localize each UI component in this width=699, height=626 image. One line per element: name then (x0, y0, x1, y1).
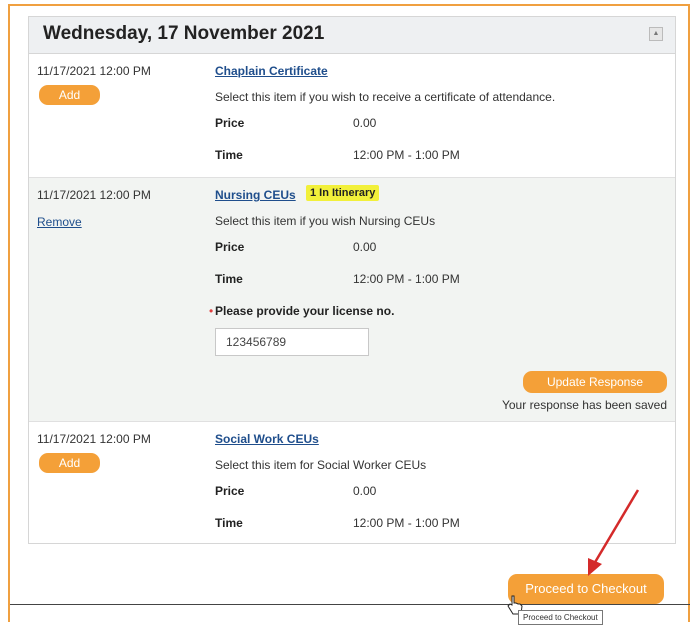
item-title-link[interactable]: Social Work CEUs (215, 432, 319, 446)
update-response-button[interactable]: Update Response (523, 371, 667, 393)
item-description: Select this item if you wish Nursing CEU… (215, 214, 436, 228)
item-row-nursing: 11/17/2021 12:00 PM Remove Nursing CEUs … (29, 178, 675, 422)
price-label: Price (215, 484, 245, 498)
item-datetime: 11/17/2021 12:00 PM (37, 188, 151, 202)
item-datetime: 11/17/2021 12:00 PM (37, 432, 151, 446)
itinerary-badge: 1 In Itinerary (306, 185, 380, 201)
item-datetime: 11/17/2021 12:00 PM (37, 64, 151, 78)
license-input[interactable] (215, 328, 369, 356)
time-label: Time (215, 148, 243, 162)
add-button[interactable]: Add (39, 85, 100, 105)
time-value: 12:00 PM - 1:00 PM (353, 148, 460, 162)
item-row-chaplain: 11/17/2021 12:00 PM Add Chaplain Certifi… (29, 54, 675, 178)
day-title: Wednesday, 17 November 2021 (43, 23, 325, 44)
time-label: Time (215, 272, 243, 286)
footer-divider (10, 604, 690, 605)
add-button[interactable]: Add (39, 453, 100, 473)
price-label: Price (215, 240, 245, 254)
item-title-link[interactable]: Chaplain Certificate (215, 64, 328, 78)
checkout-tooltip: Proceed to Checkout (518, 610, 603, 625)
price-label: Price (215, 116, 245, 130)
item-description: Select this item for Social Worker CEUs (215, 458, 427, 472)
time-label: Time (215, 516, 243, 530)
time-value: 12:00 PM - 1:00 PM (353, 516, 460, 530)
item-description: Select this item if you wish to receive … (215, 90, 556, 104)
itinerary-panel: Wednesday, 17 November 2021 ▲ 11/17/2021… (28, 16, 676, 544)
annotation-arrow-icon (588, 489, 640, 576)
time-value: 12:00 PM - 1:00 PM (353, 272, 460, 286)
price-value: 0.00 (353, 240, 377, 254)
price-value: 0.00 (353, 484, 377, 498)
license-question: Please provide your license no. (215, 304, 395, 318)
remove-link[interactable]: Remove (37, 215, 82, 229)
collapse-up-icon[interactable]: ▲ (649, 27, 663, 41)
item-title-link[interactable]: Nursing CEUs (215, 188, 296, 202)
price-value: 0.00 (353, 116, 377, 130)
saved-message: Your response has been saved (501, 398, 667, 412)
day-header: Wednesday, 17 November 2021 ▲ (29, 17, 675, 54)
required-star-icon: • (209, 304, 214, 318)
